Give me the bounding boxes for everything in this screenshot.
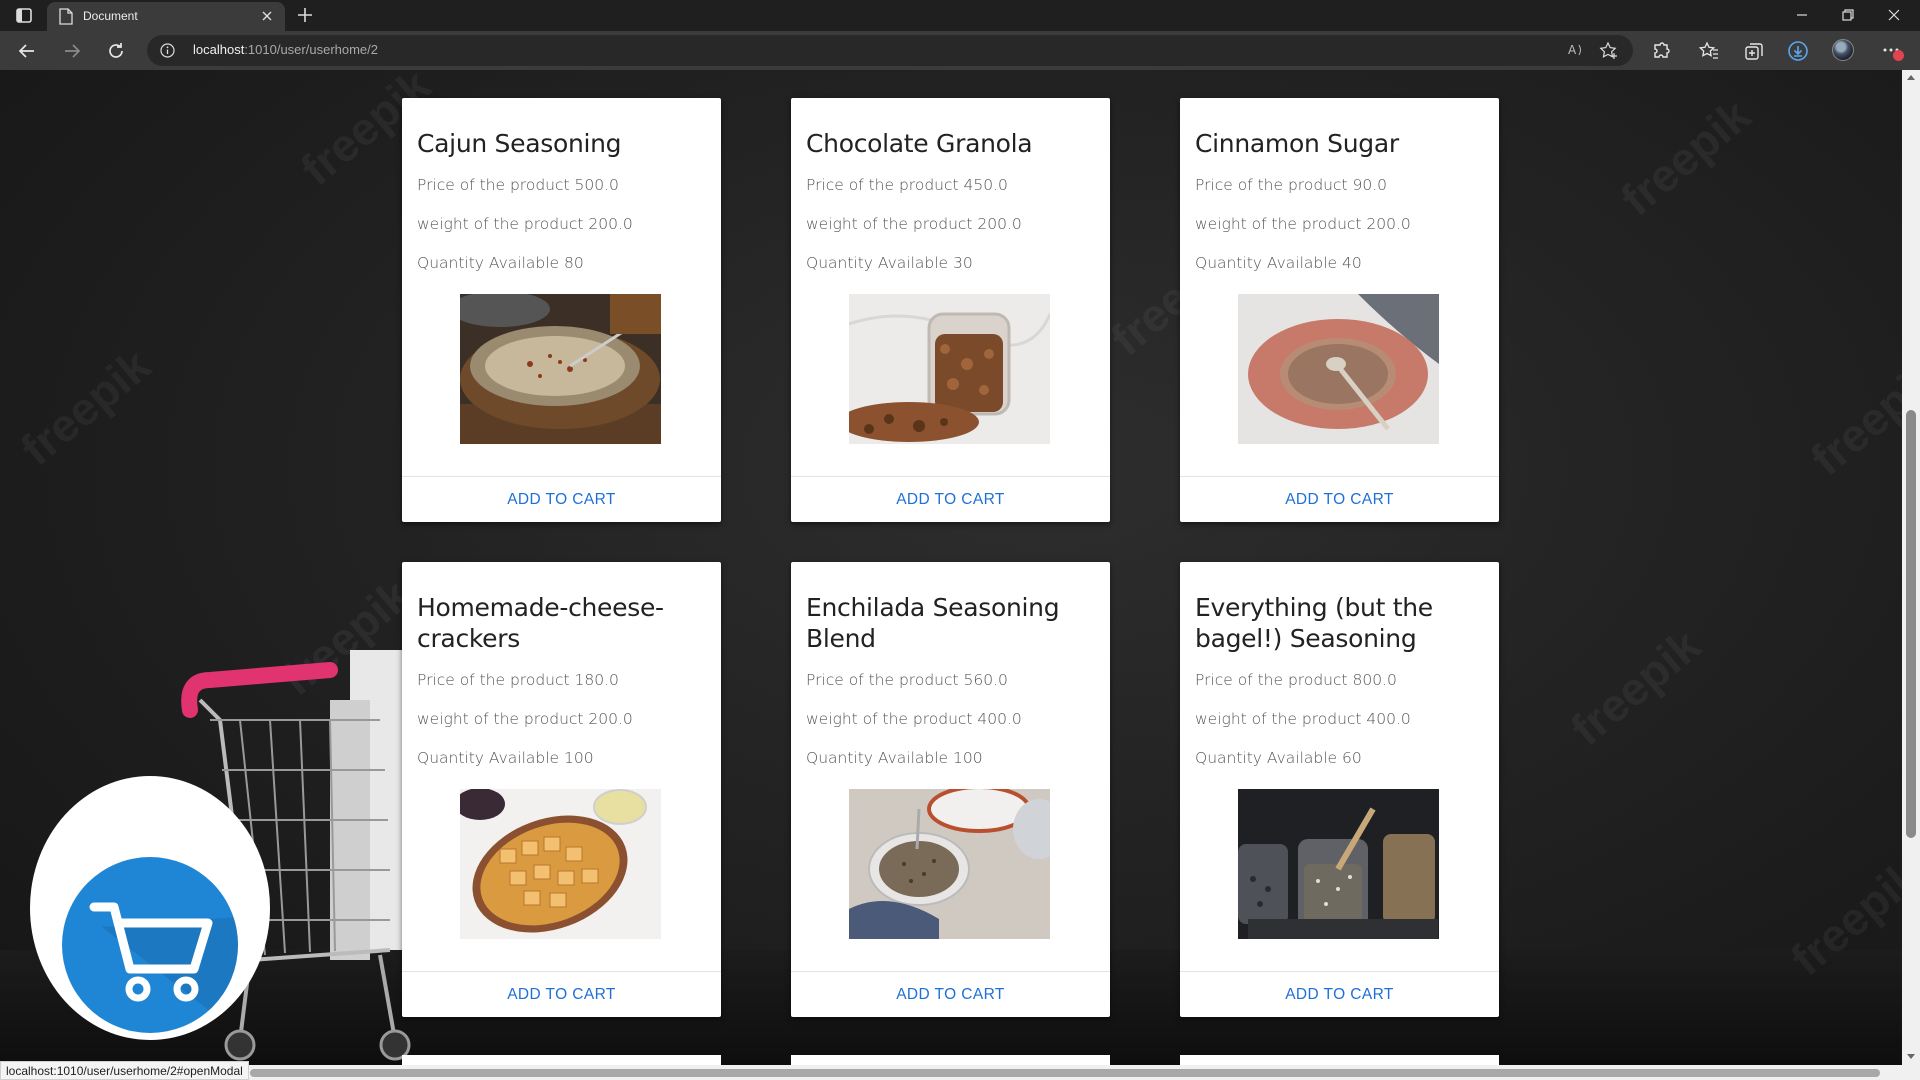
status-bar-url: localhost:1010/user/userhome/2#openModal xyxy=(0,1061,249,1080)
product-name: Cajun Seasoning xyxy=(417,129,622,158)
download-icon[interactable] xyxy=(1786,39,1810,63)
product-weight: weight of the product 200.0 xyxy=(417,710,633,728)
product-weight: weight of the product 200.0 xyxy=(1195,215,1411,233)
product-quantity: Quantity Available 100 xyxy=(417,749,594,767)
close-window-icon[interactable] xyxy=(1884,5,1904,25)
product-quantity: Quantity Available 80 xyxy=(417,254,584,272)
tab-title: Document xyxy=(83,9,138,23)
product-price: Price of the product 450.0 xyxy=(806,176,1008,194)
product-name: Homemade-cheese-crackers xyxy=(417,593,664,653)
add-to-cart-button[interactable]: ADD TO CART xyxy=(1180,975,1499,1015)
product-name: Everything (but the bagel!) Seasoning xyxy=(1195,593,1433,653)
product-weight: weight of the product 400.0 xyxy=(806,710,1022,728)
scrollbar-thumb[interactable] xyxy=(1906,410,1916,838)
product-weight: weight of the product 200.0 xyxy=(417,215,633,233)
product-weight: weight of the product 200.0 xyxy=(806,215,1022,233)
add-favorite-icon[interactable] xyxy=(1599,41,1619,61)
product-card: Chocolate Granola Price of the product 4… xyxy=(791,98,1110,522)
product-quantity: Quantity Available 30 xyxy=(806,254,973,272)
add-to-cart-button[interactable]: ADD TO CART xyxy=(1180,480,1499,520)
product-price: Price of the product 800.0 xyxy=(1195,671,1397,689)
product-card: Cinnamon Sugar Price of the product 90.0… xyxy=(1180,98,1499,522)
back-icon[interactable] xyxy=(15,39,39,63)
watermark: freepik xyxy=(1610,88,1760,226)
chocolate-granola-image xyxy=(849,294,1050,444)
product-name: Chocolate Granola xyxy=(806,129,1033,158)
horizontal-scrollbar-thumb[interactable] xyxy=(250,1069,1880,1077)
new-tab-icon[interactable] xyxy=(296,6,314,24)
favorites-icon[interactable] xyxy=(1697,39,1721,63)
close-tab-icon[interactable] xyxy=(259,8,275,24)
page-viewport: freepik freepik freepik freepik freepik … xyxy=(0,70,1902,1065)
add-to-cart-button[interactable]: ADD TO CART xyxy=(791,480,1110,520)
card-divider xyxy=(1180,971,1499,972)
browser-tab[interactable]: Document xyxy=(47,2,285,31)
page-icon xyxy=(59,8,73,25)
product-price: Price of the product 180.0 xyxy=(417,671,619,689)
restore-icon[interactable] xyxy=(1838,5,1858,25)
everything-seasoning-image xyxy=(1238,789,1439,939)
add-to-cart-button[interactable]: ADD TO CART xyxy=(791,975,1110,1015)
shopping-cart-icon[interactable] xyxy=(62,857,238,1033)
cheese-crackers-image xyxy=(460,789,661,939)
watermark: freepik xyxy=(1800,348,1902,486)
scroll-up-icon[interactable] xyxy=(1907,75,1915,80)
forward-icon[interactable] xyxy=(60,39,84,63)
card-divider xyxy=(791,971,1110,972)
horizontal-scrollbar[interactable] xyxy=(0,1065,1920,1080)
collections-icon[interactable] xyxy=(1742,39,1766,63)
card-divider xyxy=(791,476,1110,477)
enchilada-seasoning-image xyxy=(849,789,1050,939)
product-name: Cinnamon Sugar xyxy=(1195,129,1399,158)
watermark: freepik xyxy=(10,338,160,476)
svg-text:A: A xyxy=(1568,43,1577,57)
notification-dot xyxy=(1893,50,1904,61)
add-to-cart-button[interactable]: ADD TO CART xyxy=(402,975,721,1015)
profile-avatar[interactable] xyxy=(1832,39,1854,61)
product-name: Enchilada Seasoning Blend xyxy=(806,593,1060,653)
product-card: Cajun Seasoning Price of the product 500… xyxy=(402,98,721,522)
tab-bar: Document xyxy=(0,0,1920,31)
card-divider xyxy=(402,971,721,972)
cinnamon-sugar-image xyxy=(1238,294,1439,444)
scroll-down-icon[interactable] xyxy=(1907,1054,1915,1059)
watermark: freepik xyxy=(1560,618,1710,756)
extensions-icon[interactable] xyxy=(1649,39,1673,63)
card-divider xyxy=(402,476,721,477)
tab-actions-icon[interactable] xyxy=(12,6,36,26)
browser-toolbar: localhost:1010/user/userhome/2 A xyxy=(0,31,1920,70)
card-divider xyxy=(1180,476,1499,477)
product-quantity: Quantity Available 100 xyxy=(806,749,983,767)
cajun-seasoning-image xyxy=(460,294,661,444)
url-text[interactable]: localhost:1010/user/userhome/2 xyxy=(193,42,378,57)
minimize-icon[interactable] xyxy=(1792,5,1812,25)
product-price: Price of the product 560.0 xyxy=(806,671,1008,689)
product-card: Homemade-cheese-crackers Price of the pr… xyxy=(402,562,721,1017)
product-price: Price of the product 90.0 xyxy=(1195,176,1388,194)
read-aloud-icon[interactable]: A xyxy=(1567,41,1585,59)
add-to-cart-button[interactable]: ADD TO CART xyxy=(402,480,721,520)
refresh-icon[interactable] xyxy=(104,39,128,63)
product-price: Price of the product 500.0 xyxy=(417,176,619,194)
product-quantity: Quantity Available 40 xyxy=(1195,254,1362,272)
product-card: Everything (but the bagel!) Seasoning Pr… xyxy=(1180,562,1499,1017)
info-icon[interactable] xyxy=(160,43,175,58)
product-quantity: Quantity Available 60 xyxy=(1195,749,1362,767)
vertical-scrollbar[interactable] xyxy=(1902,70,1920,1065)
address-bar[interactable]: localhost:1010/user/userhome/2 A xyxy=(147,35,1633,66)
product-weight: weight of the product 400.0 xyxy=(1195,710,1411,728)
product-card: Enchilada Seasoning Blend Price of the p… xyxy=(791,562,1110,1017)
